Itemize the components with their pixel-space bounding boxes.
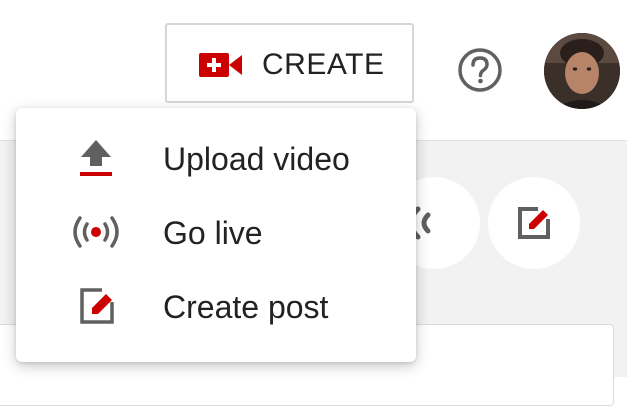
user-avatar-icon: [544, 33, 620, 109]
menu-item-create-post[interactable]: Create post: [16, 270, 416, 342]
create-dropdown-menu: Upload video Go live Create post: [16, 108, 416, 362]
create-button-label: CREATE: [262, 48, 385, 81]
create-post-shortcut-button[interactable]: [488, 177, 580, 269]
menu-item-upload-video[interactable]: Upload video: [16, 122, 416, 194]
create-post-icon: [518, 207, 550, 239]
create-button[interactable]: CREATE: [165, 23, 414, 103]
help-circle-icon: [458, 48, 502, 92]
video-camera-plus-icon: [199, 53, 242, 77]
menu-item-label: Go live: [163, 215, 263, 251]
menu-item-label: Create post: [163, 289, 329, 325]
help-button[interactable]: [456, 46, 504, 94]
create-post-icon: [80, 288, 114, 324]
live-broadcast-icon: [73, 216, 119, 248]
upload-icon: [80, 140, 112, 176]
avatar[interactable]: [544, 33, 620, 109]
menu-item-go-live[interactable]: Go live: [16, 196, 416, 268]
menu-item-label: Upload video: [163, 141, 350, 177]
